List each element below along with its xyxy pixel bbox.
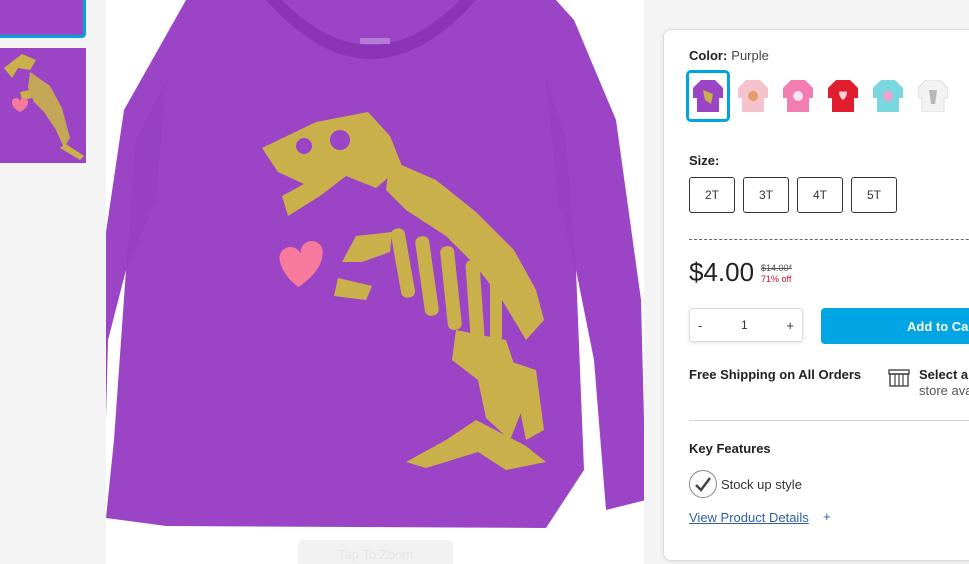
aqua-shirt-icon [872,80,903,112]
section-divider [689,420,969,421]
view-product-details-link[interactable]: View Product Details [689,510,809,525]
feature-item: Stock up style [689,470,802,498]
size-button-2t[interactable]: 2T [689,177,735,213]
size-label: Size: [689,153,720,168]
swatch-aqua[interactable] [865,70,910,122]
quantity-decrease-button[interactable]: - [698,318,702,333]
size-button-3t[interactable]: 3T [743,177,789,213]
main-product-image[interactable] [106,0,644,564]
swatch-light-pink[interactable] [730,70,775,122]
size-button-4t[interactable]: 4T [797,177,843,213]
add-to-cart-button[interactable]: Add to Cart [821,308,969,344]
product-page: Tap To Zoom Color: Purple Size: 2T 3T 4T… [0,0,969,564]
tap-to-zoom-button[interactable]: Tap To Zoom [298,540,453,564]
size-button-5t[interactable]: 5T [851,177,897,213]
color-value: Purple [731,48,769,63]
dashed-divider [689,239,969,240]
store-icon [888,369,910,387]
swatch-pink[interactable] [775,70,820,122]
select-store-link[interactable]: Select a store [919,367,969,382]
original-price: $14.00* [761,263,793,273]
size-options: 2T 3T 4T 5T [689,177,897,213]
free-shipping-text: Free Shipping on All Orders [689,367,862,382]
color-label-text: Color: [689,48,728,63]
pink-shirt-icon [782,80,813,112]
swatch-red[interactable] [820,70,865,122]
swatch-white[interactable] [910,70,955,122]
quantity-increase-button[interactable]: + [786,318,794,333]
light-pink-shirt-icon [737,80,768,112]
color-label: Color: Purple [689,48,769,63]
dinosaur-thumbnail-image [0,48,86,163]
thumbnail-2[interactable] [0,48,86,163]
store-availability-text: store availability [919,383,969,398]
discount-percent: 71% off [761,274,792,284]
key-features-title: Key Features [689,441,771,456]
thumbnail-1[interactable] [0,0,86,38]
expand-plus-icon[interactable]: + [823,509,831,524]
red-shirt-icon [827,80,858,112]
checkmark-icon [689,470,717,498]
product-options-panel: Color: Purple Size: 2T 3T 4T 5T $4.00 $1… [663,29,969,561]
color-swatches [686,70,955,122]
sale-price: $4.00 [689,257,755,287]
white-shirt-icon [917,80,948,112]
quantity-stepper: - 1 + [689,308,803,342]
feature-text: Stock up style [721,476,802,492]
swatch-purple[interactable] [686,70,730,122]
purple-shirt-icon [693,80,723,112]
purple-dinosaur-shirt-image [106,0,644,564]
quantity-value[interactable]: 1 [741,318,748,332]
